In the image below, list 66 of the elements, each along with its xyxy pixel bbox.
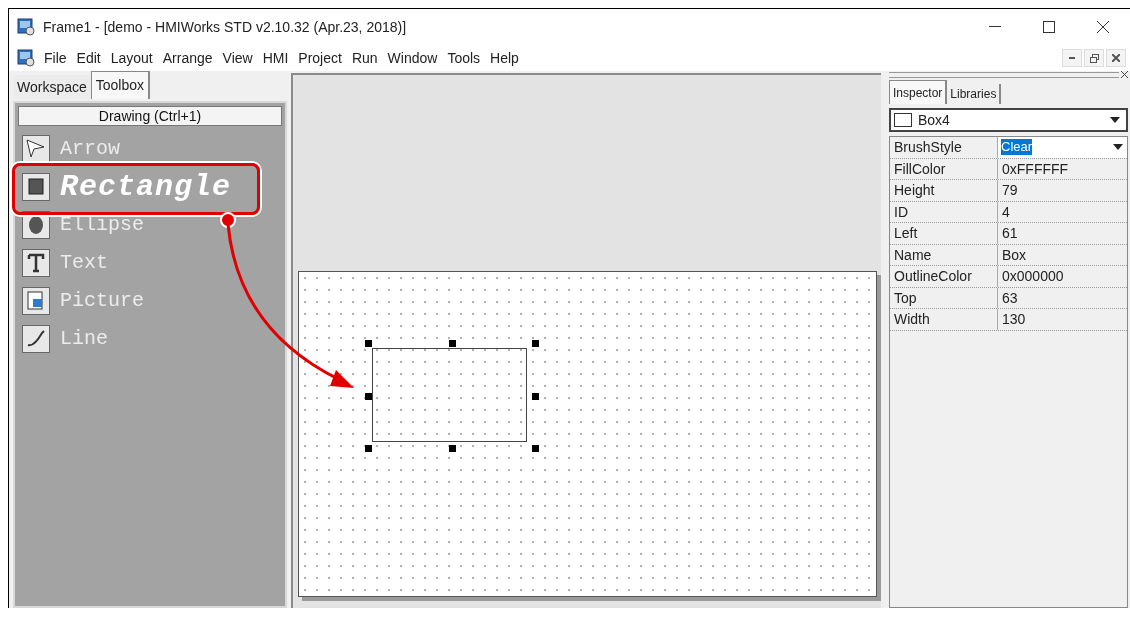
text-tool-icon (22, 249, 50, 277)
maximize-icon (1043, 21, 1055, 33)
property-name: FillColor (890, 158, 998, 179)
box-icon (894, 113, 912, 127)
mdi-minimize-button[interactable] (1062, 49, 1082, 67)
selection-handle[interactable] (365, 445, 372, 452)
minimize-icon (989, 26, 1001, 28)
menu-item[interactable]: View (217, 47, 258, 69)
menu-item[interactable]: Help (485, 47, 524, 69)
menu-item[interactable]: Edit (71, 47, 106, 69)
property-name: Width (890, 309, 998, 330)
menu-item[interactable]: Window (382, 47, 443, 69)
arrow-tool-icon (22, 135, 50, 163)
caret-icon (1113, 144, 1123, 151)
app-icon (17, 49, 35, 67)
panel-tab[interactable]: Workspace (13, 75, 91, 99)
selection-handle[interactable] (449, 445, 456, 452)
property-value[interactable]: 0xFFFFFF (998, 158, 1127, 179)
menu-item[interactable]: Run (346, 47, 383, 69)
caret-icon (1110, 117, 1120, 123)
menu-item[interactable]: HMI (257, 47, 294, 69)
menu-item[interactable]: File (39, 47, 72, 69)
close-icon (1097, 21, 1109, 33)
selection-handle[interactable] (365, 340, 372, 347)
line-tool-icon (22, 325, 50, 353)
property-value[interactable]: 0x000000 (998, 266, 1127, 287)
selection-handle[interactable] (365, 393, 372, 400)
panel-tab[interactable]: Inspector (889, 80, 948, 104)
property-select[interactable]: Clear (998, 137, 1127, 158)
window-title: Frame1 - [demo - HMIWorks STD v2.10.32 (Apr.23, 2018)] (43, 17, 407, 37)
rectangle-tool-icon (22, 173, 50, 201)
rectangle-shape[interactable] (372, 348, 527, 442)
property-name: Name (890, 244, 998, 265)
panel-grip-bar[interactable] (889, 71, 1119, 78)
property-value[interactable]: 61 (998, 223, 1127, 244)
restore-icon (1089, 53, 1099, 63)
close-icon[interactable] (1121, 71, 1128, 78)
toolbox-header[interactable]: Drawing (Ctrl+1) (18, 106, 282, 126)
object-name: Box4 (918, 110, 950, 130)
mdi-restore-button[interactable] (1084, 49, 1104, 67)
menu-item[interactable]: Tools (442, 47, 486, 69)
property-value[interactable]: 79 (998, 180, 1127, 201)
property-value[interactable]: 63 (998, 287, 1127, 308)
selection-handle[interactable] (532, 445, 539, 452)
picture-tool-icon (22, 287, 50, 315)
selection-handle[interactable] (532, 340, 539, 347)
app-icon (17, 18, 35, 36)
minimize-icon (1069, 57, 1075, 59)
property-name: Left (890, 223, 998, 244)
menu-item[interactable]: Arrange (157, 47, 218, 69)
mdi-close-button[interactable] (1106, 49, 1126, 67)
property-value[interactable]: 130 (998, 309, 1127, 330)
close-icon (1112, 54, 1120, 62)
property-value[interactable]: 4 (998, 201, 1127, 222)
selection-handle[interactable] (532, 393, 539, 400)
property-name: OutlineColor (890, 266, 998, 287)
property-name: Top (890, 287, 998, 308)
selection-handle[interactable] (449, 340, 456, 347)
menu-item[interactable]: Layout (105, 47, 158, 69)
menu-item[interactable]: Project (293, 47, 347, 69)
property-name: ID (890, 201, 998, 222)
panel-tab[interactable]: Toolbox (90, 71, 151, 99)
panel-tab[interactable]: Libraries (947, 84, 1002, 104)
property-value[interactable]: Box (998, 244, 1127, 265)
property-name: Height (890, 180, 998, 201)
object-dropdown[interactable]: Box4 (889, 108, 1128, 132)
